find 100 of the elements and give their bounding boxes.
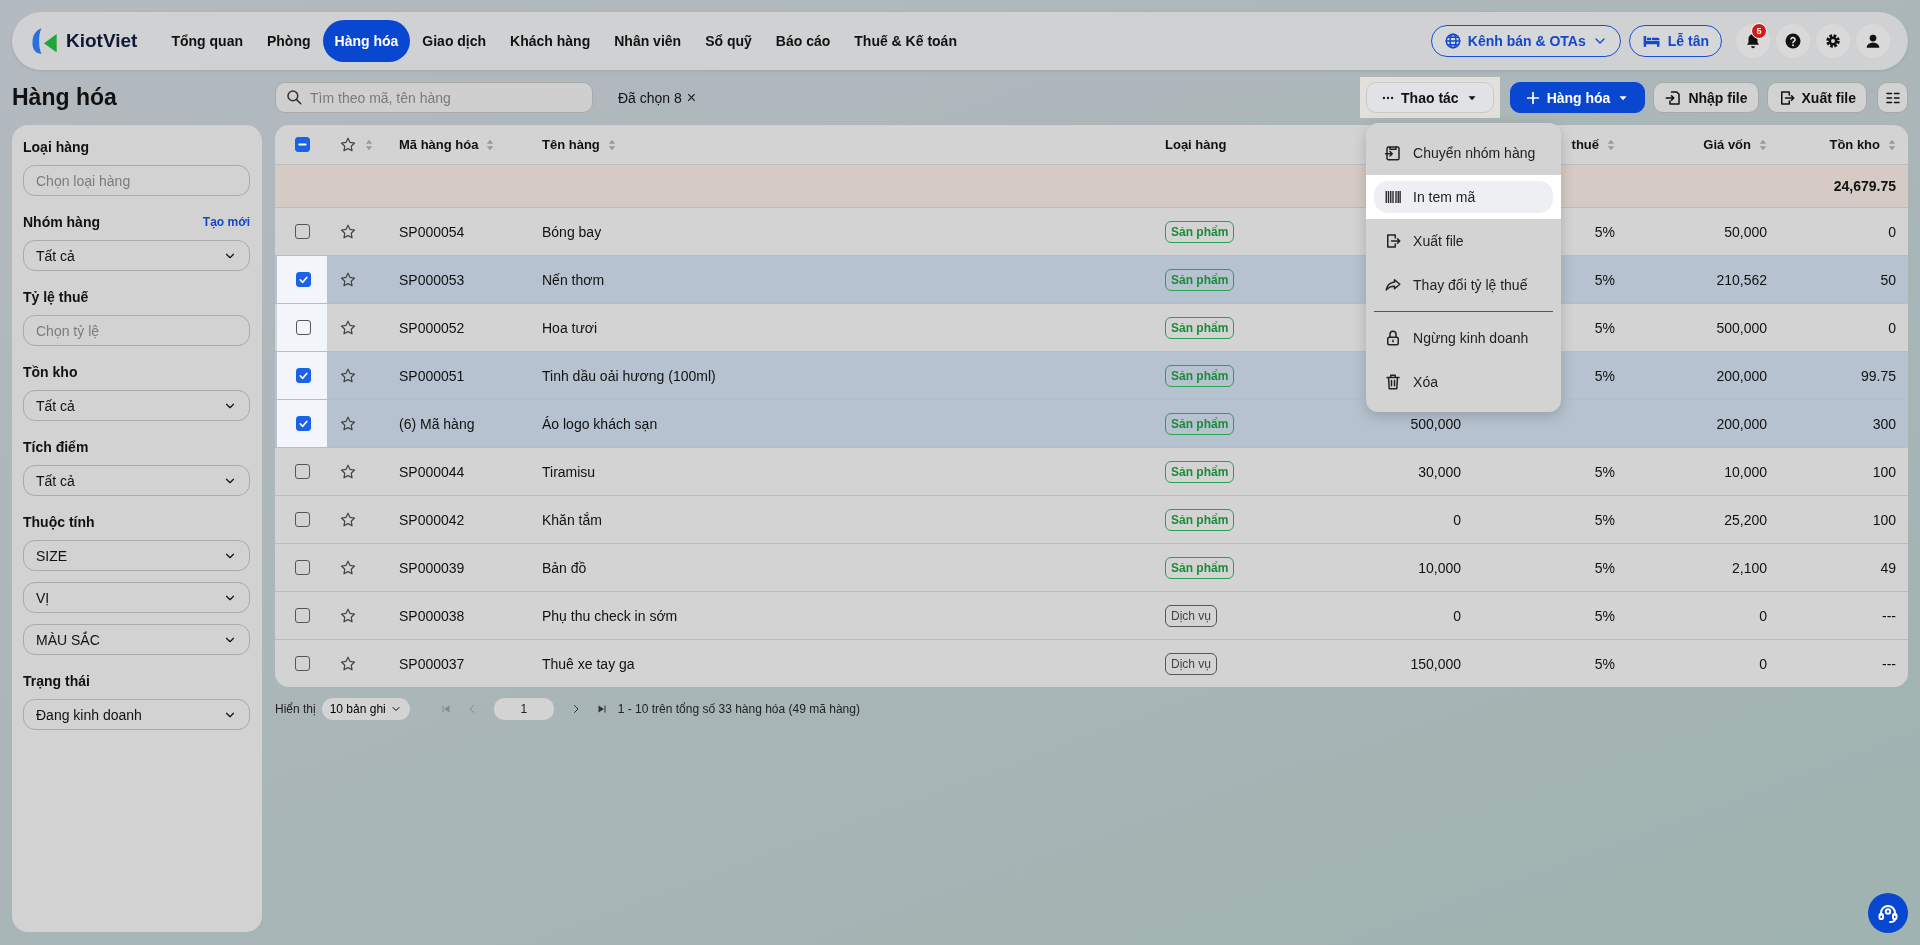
product-name: Tinh dầu oải hương (100ml): [542, 367, 716, 384]
filter-label: Tỷ lệ thuế: [23, 289, 89, 305]
add-product-button[interactable]: Hàng hóa: [1509, 82, 1646, 113]
row-checkbox[interactable]: [294, 464, 310, 479]
type-tag: Dịch vụ: [1165, 604, 1217, 627]
price-cell: 30,000: [1418, 463, 1461, 480]
nav-tab[interactable]: Tổng quan: [159, 20, 255, 62]
nav-tab[interactable]: Báo cáo: [763, 20, 843, 62]
export-file-button[interactable]: Xuất file: [1766, 82, 1867, 113]
row-checkbox[interactable]: [295, 368, 311, 383]
stock-cell: 0: [1888, 223, 1896, 240]
row-checkbox[interactable]: [294, 608, 310, 623]
filter-label: Tồn kho: [23, 364, 78, 380]
sales-channels-button[interactable]: Kênh bán & OTAs: [1430, 25, 1621, 57]
cost-cell: 200,000: [1716, 415, 1767, 432]
type-tag: Sản phẩm: [1165, 460, 1235, 483]
column-header: Mã hàng hóa: [399, 137, 479, 152]
price-cell: 500,000: [1410, 415, 1461, 432]
row-checkbox[interactable]: [295, 272, 311, 287]
clear-selection-button[interactable]: ×: [686, 88, 697, 107]
row-checkbox[interactable]: [294, 224, 310, 239]
filter-input[interactable]: Chọn loại hàng: [23, 165, 250, 196]
star-icon: [339, 510, 357, 529]
row-checkbox[interactable]: [295, 320, 311, 335]
menu-item[interactable]: Ngừng kinh doanh: [1366, 316, 1562, 360]
filter-label: Tích điểm: [23, 439, 89, 455]
help-button[interactable]: [1776, 24, 1810, 58]
page-title: Hàng hóa: [12, 83, 118, 112]
menu-item[interactable]: Xuất file: [1366, 219, 1562, 263]
stock-cell: 300: [1872, 415, 1896, 432]
cost-cell: 10,000: [1724, 463, 1767, 480]
account-button[interactable]: [1856, 24, 1890, 58]
column-settings-button[interactable]: [1877, 82, 1908, 113]
product-code: SP000038: [399, 607, 465, 624]
menu-item[interactable]: Chuyển nhóm hàng: [1366, 131, 1562, 175]
filter-dropdown[interactable]: SIZE: [23, 540, 250, 571]
tax-cell: 5%: [1594, 271, 1615, 288]
page-size-dropdown[interactable]: 10 bản ghi: [321, 698, 410, 720]
export-icon: [1384, 232, 1403, 250]
filter-dropdown[interactable]: Tất cả: [23, 390, 250, 421]
product-code: SP000044: [399, 463, 465, 480]
filter-dropdown[interactable]: Đang kinh doanh: [23, 699, 250, 730]
product-code: SP000052: [399, 319, 465, 336]
cost-cell: 2,100: [1731, 559, 1767, 576]
notifications-button[interactable]: 5: [1736, 24, 1770, 58]
filter-input[interactable]: Chọn tỷ lệ: [23, 315, 250, 346]
star-icon: [339, 135, 357, 154]
actions-button[interactable]: Thao tác: [1366, 82, 1494, 113]
filter-dropdown[interactable]: MÀU SẮC: [23, 624, 250, 655]
row-checkbox[interactable]: [294, 656, 310, 671]
tax-cell: 5%: [1594, 367, 1615, 384]
row-checkbox[interactable]: [294, 560, 310, 575]
menu-item[interactable]: Xóa: [1366, 360, 1562, 404]
column-header: Tên hàng: [542, 137, 600, 152]
column-header: Loại hàng: [1165, 137, 1227, 152]
nav-tab[interactable]: Hàng hóa: [322, 20, 411, 62]
tax-cell: 5%: [1594, 319, 1615, 336]
nav-tab[interactable]: Sổ quỹ: [693, 20, 764, 62]
nav-tab[interactable]: Phòng: [255, 20, 323, 62]
search-field[interactable]: Tìm theo mã, tên hàng: [275, 82, 593, 113]
type-tag: Sản phẩm: [1165, 364, 1235, 387]
create-new-link[interactable]: Tạo mới: [202, 215, 250, 229]
search-icon: [285, 88, 303, 106]
menu-item[interactable]: Thay đổi tỷ lệ thuế: [1366, 263, 1562, 307]
nav-tab[interactable]: Khách hàng: [498, 20, 603, 62]
nav-tab[interactable]: Nhân viên: [602, 20, 694, 62]
price-cell: 150,000: [1410, 655, 1461, 672]
type-tag: Sản phẩm: [1165, 412, 1235, 435]
star-icon: [339, 366, 357, 385]
tax-cell: 5%: [1594, 511, 1615, 528]
star-icon: [339, 654, 357, 673]
settings-button[interactable]: [1816, 24, 1850, 58]
row-checkbox[interactable]: [294, 512, 310, 527]
filter-label: Loại hàng: [23, 139, 90, 155]
stock-cell: ---: [1882, 655, 1896, 672]
cost-cell: 0: [1759, 655, 1767, 672]
support-chat-button[interactable]: [1868, 893, 1908, 933]
filter-dropdown[interactable]: VỊ: [23, 582, 250, 613]
total-stock: 24,679.75: [1833, 178, 1896, 194]
filter-dropdown[interactable]: Tất cả: [23, 240, 250, 271]
cost-cell: 200,000: [1716, 367, 1767, 384]
filter-dropdown[interactable]: Tất cả: [23, 465, 250, 496]
row-checkbox[interactable]: [295, 416, 311, 431]
column-header: Tồn kho: [1829, 137, 1880, 152]
page-number-field[interactable]: 1: [493, 698, 554, 720]
import-file-button[interactable]: Nhập file: [1653, 82, 1759, 113]
nav-tab[interactable]: Thuế & Kế toán: [842, 20, 969, 62]
reception-button[interactable]: Lễ tân: [1628, 25, 1722, 57]
cost-cell: 50,000: [1724, 223, 1767, 240]
plus-icon: [1524, 89, 1541, 106]
product-code: SP000039: [399, 559, 465, 576]
cost-cell: 210,562: [1716, 271, 1767, 288]
select-all-checkbox[interactable]: [294, 137, 310, 152]
brand-name: KiotViet: [66, 30, 138, 52]
menu-item[interactable]: In tem mã: [1374, 181, 1554, 213]
filter-label: Nhóm hàng: [23, 214, 100, 230]
stock-cell: 100: [1872, 463, 1896, 480]
product-code: SP000053: [399, 271, 465, 288]
nav-tab[interactable]: Giao dịch: [410, 20, 499, 62]
barcode-icon: [1384, 188, 1403, 206]
